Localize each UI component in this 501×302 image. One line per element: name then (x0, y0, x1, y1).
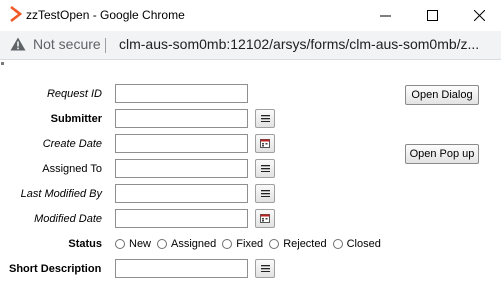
last-modified-by-input[interactable] (115, 184, 248, 203)
submitter-input[interactable] (115, 109, 248, 128)
minimize-button[interactable] (362, 0, 408, 31)
assigned-to-menu-button[interactable] (255, 159, 275, 178)
field-label-status: Status (68, 238, 102, 250)
radio-button[interactable] (115, 239, 125, 249)
status-option-label: Closed (346, 238, 381, 250)
status-option-fixed[interactable]: Fixed (222, 238, 263, 250)
menu-icon (260, 190, 270, 197)
short-description-menu-button[interactable] (255, 259, 275, 278)
close-button[interactable] (456, 0, 501, 31)
warning-icon[interactable] (10, 37, 26, 51)
maximize-icon (426, 10, 438, 21)
status-option-assigned[interactable]: Assigned (157, 238, 216, 250)
create-date-calendar-button[interactable] (255, 134, 275, 153)
create-date-input[interactable] (115, 134, 248, 153)
status-option-rejected[interactable]: Rejected (269, 238, 327, 250)
modified-date-input[interactable] (115, 209, 248, 228)
status-option-label: New (129, 238, 152, 250)
radio-button[interactable] (157, 239, 168, 249)
field-label-last-modified-by: Last Modified By (20, 188, 102, 200)
field-label-submitter: Submitter (50, 113, 102, 125)
address-divider (105, 38, 106, 53)
url-text[interactable]: clm-aus-som0mb:12102/arsys/forms/clm-aus… (119, 36, 479, 52)
security-label[interactable]: Not secure (33, 36, 101, 52)
radio-button[interactable] (332, 239, 343, 249)
status-option-new[interactable]: New (115, 238, 151, 250)
status-option-label: Rejected (283, 238, 327, 250)
radio-button[interactable] (222, 239, 233, 249)
field-label-create-date: Create Date (42, 138, 102, 150)
modified-date-calendar-button[interactable] (255, 209, 275, 228)
status-option-label: Fixed (236, 238, 264, 250)
page-corner-mark (1, 62, 4, 65)
menu-icon (260, 115, 270, 122)
last-modified-by-menu-button[interactable] (255, 184, 275, 203)
submitter-menu-button[interactable] (255, 109, 275, 128)
menu-icon (260, 265, 270, 272)
request-id-input[interactable] (115, 84, 248, 103)
status-option-closed[interactable]: Closed (332, 238, 381, 250)
open-popup-button[interactable]: Open Pop up (405, 144, 479, 164)
short-description-input[interactable] (115, 259, 248, 278)
radio-button[interactable] (269, 239, 280, 249)
assigned-to-input[interactable] (115, 159, 248, 178)
app-logo-icon (10, 6, 23, 22)
open-dialog-button[interactable]: Open Dialog (405, 85, 479, 105)
status-radio-group: New Assigned Fixed Rejected Closed (115, 237, 387, 251)
minimize-icon (379, 15, 391, 17)
menu-icon (260, 165, 270, 172)
calendar-icon (260, 214, 270, 223)
window-title: zzTestOpen - Google Chrome (26, 8, 185, 22)
field-label-request-id: Request ID (46, 88, 102, 100)
close-icon (473, 10, 485, 21)
maximize-button[interactable] (409, 0, 455, 31)
field-label-short-description: Short Description (9, 263, 102, 275)
field-label-assigned-to: Assigned To (42, 163, 102, 175)
status-option-label: Assigned (171, 238, 217, 250)
calendar-icon (260, 139, 270, 148)
field-label-modified-date: Modified Date (34, 213, 102, 225)
